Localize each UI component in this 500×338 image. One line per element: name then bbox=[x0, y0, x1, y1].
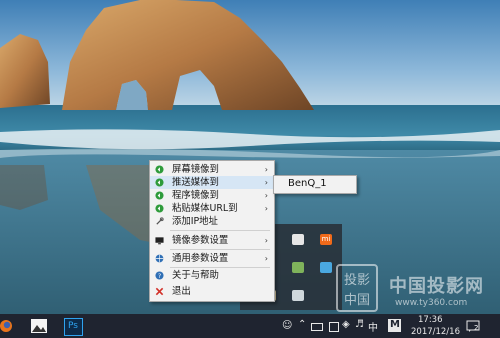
green-cast-icon bbox=[155, 191, 164, 200]
globe-icon bbox=[155, 254, 164, 263]
m-app-icon[interactable]: M bbox=[388, 319, 401, 332]
submenu-arrow-icon: › bbox=[264, 178, 268, 187]
screen-icon bbox=[155, 237, 164, 245]
watermark: 投影 中国 中国投影网 www.ty360.com bbox=[331, 262, 484, 318]
menu-item-mirror-settings[interactable]: 镜像参数设置 › bbox=[150, 234, 274, 247]
menu-separator bbox=[170, 230, 270, 231]
photoshop-label: Ps bbox=[68, 321, 78, 331]
svg-text:投影: 投影 bbox=[344, 272, 370, 288]
menu-item-label: 推送媒体到 bbox=[172, 177, 219, 188]
photos-icon[interactable] bbox=[30, 314, 48, 338]
menu-item-label: 屏幕镜像到 bbox=[172, 164, 219, 175]
menu-item-push-media[interactable]: 推送媒体到 › bbox=[150, 176, 274, 189]
notification-center-button[interactable]: 2 bbox=[466, 318, 480, 332]
menu-item-about-help[interactable]: ? 关于与帮助 bbox=[150, 269, 274, 282]
menu-separator bbox=[170, 267, 270, 268]
wrench-icon bbox=[156, 217, 164, 225]
clock-time[interactable]: 17:36 bbox=[418, 315, 443, 325]
photoshop-icon[interactable]: Ps bbox=[64, 318, 83, 336]
submenu-arrow-icon: › bbox=[264, 191, 268, 200]
mi-tray-label: mi bbox=[321, 235, 331, 243]
svg-text:?: ? bbox=[158, 273, 161, 280]
menu-item-general-settings[interactable]: 通用参数设置 › bbox=[150, 252, 274, 265]
submenu-arrow-icon: › bbox=[264, 165, 268, 174]
people-icon[interactable]: ☺ bbox=[282, 320, 292, 331]
menu-item-label: 通用参数设置 bbox=[172, 253, 229, 264]
device-submenu: BenQ_1 bbox=[273, 175, 357, 194]
clock-date[interactable]: 2017/12/16 bbox=[411, 327, 460, 337]
menu-item-label: 程序镜像到 bbox=[172, 190, 219, 201]
menu-item-paste-media-url[interactable]: 粘贴媒体URL到 › bbox=[150, 202, 274, 215]
notification-count: 2 bbox=[474, 324, 479, 332]
menu-item-label: 添加IP地址 bbox=[172, 216, 218, 227]
tray-app-icon[interactable] bbox=[292, 234, 304, 245]
green-cast-icon bbox=[155, 204, 164, 213]
tray-app-icon[interactable] bbox=[292, 290, 304, 301]
seal-logo-icon: 投影 中国 bbox=[336, 264, 378, 312]
green-cast-icon bbox=[155, 178, 164, 187]
menu-item-screen-mirror[interactable]: 屏幕镜像到 › bbox=[150, 163, 274, 176]
close-icon bbox=[155, 287, 164, 296]
wifi-icon[interactable]: ◈ bbox=[342, 319, 350, 330]
submenu-arrow-icon: › bbox=[264, 236, 268, 245]
volume-icon[interactable]: ♬ bbox=[355, 319, 364, 330]
watermark-url: www.ty360.com bbox=[395, 298, 468, 308]
help-icon: ? bbox=[155, 271, 164, 280]
menu-separator bbox=[170, 249, 270, 250]
menu-item-label: 镜像参数设置 bbox=[172, 235, 229, 246]
watermark-title: 中国投影网 bbox=[389, 276, 484, 297]
battery-icon[interactable] bbox=[311, 323, 323, 331]
menu-item-app-mirror[interactable]: 程序镜像到 › bbox=[150, 189, 274, 202]
taskbar: Ps ☺ ⌃ ◈ ♬ 中 M 17:36 2017/12/16 2 bbox=[0, 314, 500, 338]
svg-text:中国: 中国 bbox=[344, 293, 370, 308]
tray-app-icon[interactable] bbox=[292, 262, 304, 273]
submenu-arrow-icon: › bbox=[264, 204, 268, 213]
submenu-item-device[interactable]: BenQ_1 bbox=[274, 176, 356, 193]
tray-app-icon[interactable] bbox=[329, 322, 339, 332]
green-cast-icon bbox=[155, 165, 164, 174]
device-name-label: BenQ_1 bbox=[288, 178, 327, 189]
mi-tray-icon[interactable]: mi bbox=[320, 234, 332, 245]
m-app-label: M bbox=[390, 319, 400, 330]
menu-item-add-ip[interactable]: 添加IP地址 bbox=[150, 215, 274, 228]
context-menu: 屏幕镜像到 › 推送媒体到 › 程序镜像到 › 粘贴媒体URL到 › 添加IP地… bbox=[149, 160, 275, 302]
firefox-icon[interactable] bbox=[0, 314, 16, 338]
menu-item-label: 粘贴媒体URL到 bbox=[172, 203, 238, 214]
chevron-up-icon[interactable]: ⌃ bbox=[298, 319, 306, 330]
menu-item-label: 关于与帮助 bbox=[172, 270, 219, 281]
ime-indicator[interactable]: 中 bbox=[368, 319, 378, 334]
menu-item-label: 退出 bbox=[172, 286, 191, 297]
submenu-arrow-icon: › bbox=[264, 254, 268, 263]
menu-item-exit[interactable]: 退出 bbox=[150, 285, 274, 298]
